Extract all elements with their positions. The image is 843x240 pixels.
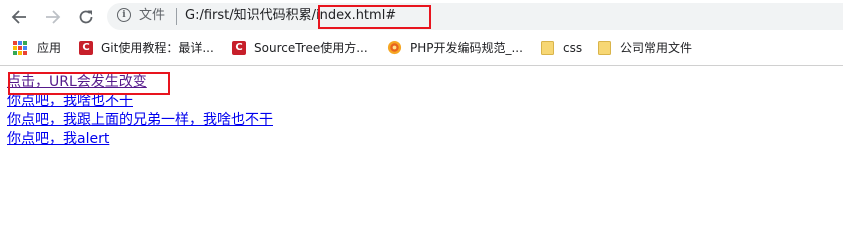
folder-icon	[598, 40, 611, 55]
bookmark-sourcetree[interactable]: C SourceTree使用方...	[232, 34, 368, 61]
browser-toolbar: i 文件 G:/first/知识代码积累/index.html#	[0, 0, 843, 34]
omnibox-separator	[176, 8, 177, 25]
reload-button[interactable]	[75, 6, 97, 28]
bookmark-label: 应用	[37, 41, 62, 55]
back-button[interactable]	[8, 6, 30, 28]
reload-icon	[79, 10, 93, 24]
bookmarks-bar: 应用 C Git使用教程：最详... C SourceTree使用方... PH…	[0, 34, 843, 61]
arrow-right-icon	[46, 10, 61, 24]
bookmark-label: PHP开发编码规范_...	[410, 41, 523, 55]
file-scheme-label: 文件	[139, 8, 166, 23]
apps-grid-icon	[13, 40, 27, 55]
csdn-icon: C	[79, 40, 93, 55]
bookmark-folder-css[interactable]: css	[541, 34, 582, 61]
forward-button[interactable]	[42, 6, 64, 28]
php-icon	[387, 40, 402, 55]
bookmark-label: 公司常用文件	[620, 41, 693, 55]
arrow-left-icon	[11, 10, 26, 24]
bookmark-label: Git使用教程：最详...	[101, 41, 214, 55]
info-icon[interactable]: i	[117, 8, 131, 22]
bookmark-label: css	[563, 40, 583, 55]
bookmark-git-tutorial[interactable]: C Git使用教程：最详...	[79, 34, 214, 61]
csdn-icon: C	[232, 40, 246, 55]
link-alert[interactable]: 你点吧，我alert	[7, 130, 273, 149]
bookmark-label: SourceTree使用方...	[254, 41, 368, 55]
folder-icon	[541, 40, 554, 55]
browser-window: i 文件 G:/first/知识代码积累/index.html# 应用 C Gi…	[0, 0, 843, 61]
bookmark-folder-company[interactable]: 公司常用文件	[598, 34, 692, 61]
link-annotation-box	[8, 72, 170, 95]
bookmark-apps[interactable]: 应用	[13, 34, 61, 61]
link-do-nothing-too[interactable]: 你点吧，我跟上面的兄弟一样，我啥也不干	[7, 111, 273, 130]
url-annotation-box	[318, 5, 431, 29]
toolbar-divider	[0, 65, 843, 66]
bookmark-php-standards[interactable]: PHP开发编码规范_...	[387, 34, 523, 61]
address-bar[interactable]: i 文件 G:/first/知识代码积累/index.html#	[107, 3, 843, 30]
